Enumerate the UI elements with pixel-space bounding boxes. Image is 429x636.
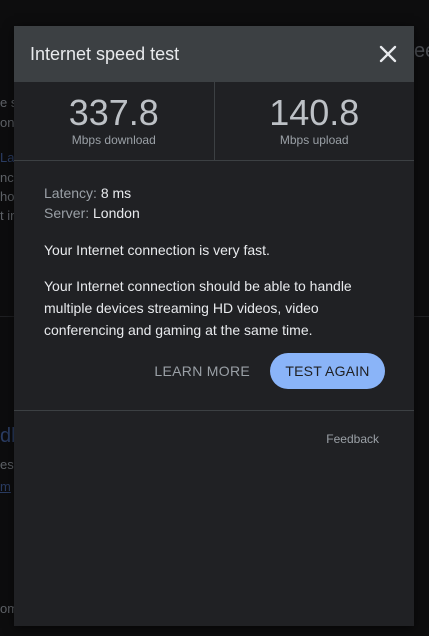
server-value: London — [93, 205, 140, 221]
background-text: es — [0, 457, 14, 472]
background-link: La — [0, 150, 15, 165]
latency-label: Latency: — [44, 185, 97, 201]
download-result: 337.8 Mbps download — [14, 82, 214, 160]
upload-speed-value: 140.8 — [269, 92, 360, 133]
result-details: Latency: 8 ms Server: London Your Intern… — [14, 161, 414, 341]
latency-value: 8 ms — [100, 185, 132, 201]
download-speed-unit: Mbps download — [71, 133, 156, 147]
speed-test-dialog: Internet speed test 337.8 Mbps download … — [14, 26, 414, 626]
dialog-divider — [14, 410, 414, 411]
background-text: nc — [0, 170, 14, 185]
test-again-button[interactable]: TEST AGAIN — [270, 353, 385, 389]
close-button[interactable] — [374, 40, 402, 68]
learn-more-button[interactable]: LEARN MORE — [154, 363, 250, 379]
download-speed-value: 337.8 — [68, 92, 159, 133]
server-row: Server: London — [44, 203, 384, 223]
dialog-actions: LEARN MORE TEST AGAIN — [14, 353, 414, 391]
background-text: t ir — [0, 208, 15, 223]
upload-result: 140.8 Mbps upload — [213, 82, 415, 160]
upload-speed-unit: Mbps upload — [279, 133, 349, 147]
close-icon — [379, 45, 397, 63]
dialog-title: Internet speed test — [30, 44, 180, 64]
background-text: ee — [414, 40, 429, 62]
background-text: on — [0, 115, 15, 130]
latency-row: Latency: 8 ms — [44, 183, 384, 203]
feedback-link[interactable]: Feedback — [326, 432, 379, 446]
dialog-header: Internet speed test — [14, 26, 414, 82]
speed-summary: Your Internet connection is very fast. — [44, 242, 270, 258]
background-link: m — [0, 479, 11, 494]
server-label: Server: — [44, 205, 90, 221]
speed-results: 337.8 Mbps download 140.8 Mbps upload — [14, 82, 414, 161]
speed-description: Your Internet connection should be able … — [44, 278, 352, 338]
